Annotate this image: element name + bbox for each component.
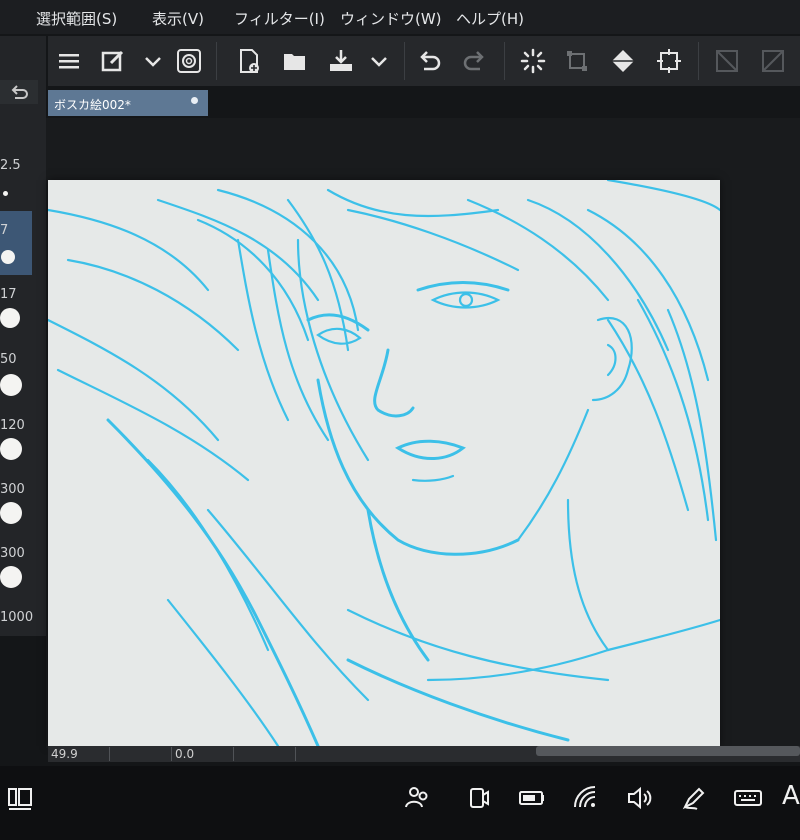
camera-icon[interactable] — [460, 780, 496, 816]
rotation-control[interactable] — [234, 747, 296, 761]
menu-help[interactable]: ヘルプ(H) — [456, 8, 524, 29]
transform-icon[interactable] — [560, 44, 594, 78]
menu-window[interactable]: ウィンドウ(W) — [340, 8, 442, 29]
toolbar-separator — [404, 42, 405, 80]
crop-icon[interactable] — [652, 44, 686, 78]
brush-size-label: 7 — [0, 223, 9, 238]
undo-panel-icon[interactable] — [0, 80, 38, 104]
brush-size-panel: 2.5 7 17 50 120 300 300 1000 — [0, 36, 46, 636]
input-language-label[interactable]: A — [782, 781, 800, 811]
edit-layer-icon[interactable] — [96, 44, 130, 78]
command-bar — [48, 36, 800, 86]
spiral-icon[interactable] — [172, 44, 206, 78]
zoom-control[interactable] — [110, 747, 172, 761]
people-icon[interactable] — [400, 780, 436, 816]
grid-select-alt-icon[interactable] — [756, 44, 790, 78]
brush-size-dot[interactable] — [0, 566, 22, 588]
taskbar: A — [0, 766, 800, 840]
download-icon[interactable] — [324, 44, 358, 78]
brush-size-dot[interactable] — [0, 308, 20, 328]
drawing-canvas[interactable] — [46, 178, 722, 748]
brush-size-label: 50 — [0, 352, 17, 367]
keyboard-icon[interactable] — [730, 780, 766, 816]
brush-size-label: 300 — [0, 482, 25, 497]
open-folder-icon[interactable] — [278, 44, 312, 78]
pen-icon[interactable] — [676, 780, 712, 816]
brush-size-label: 2.5 — [0, 158, 21, 173]
grid-select-icon[interactable] — [710, 44, 744, 78]
chevron-down-icon[interactable] — [136, 44, 170, 78]
redo-icon[interactable] — [458, 44, 492, 78]
sketch-artwork — [46, 178, 722, 748]
toolbar-separator — [698, 42, 699, 80]
brush-size-label: 1000 — [0, 610, 34, 625]
chevron-down-icon[interactable] — [362, 44, 396, 78]
brush-size-label: 120 — [0, 418, 25, 433]
wifi-icon[interactable] — [568, 780, 604, 816]
toolbar-separator — [504, 42, 505, 80]
brush-size-dot[interactable] — [0, 438, 22, 460]
brush-size-label: 17 — [0, 287, 17, 302]
fill-bucket-icon[interactable] — [606, 44, 640, 78]
rotation-field[interactable]: 0.0 — [172, 747, 234, 761]
toolbar-separator — [216, 42, 217, 80]
brush-size-dot[interactable] — [3, 191, 8, 196]
menu-selection[interactable]: 選択範囲(S) — [36, 8, 117, 29]
battery-icon[interactable] — [514, 780, 550, 816]
loading-spinner-icon[interactable] — [516, 44, 550, 78]
brush-size-label: 300 — [0, 546, 25, 561]
brush-size-selected-highlight — [0, 211, 32, 275]
zoom-field[interactable]: 49.9 — [48, 747, 110, 761]
tab-document[interactable]: ボスカ絵002* — [48, 90, 208, 116]
menu-icon[interactable] — [52, 44, 86, 78]
volume-icon[interactable] — [622, 780, 658, 816]
horizontal-scrollbar[interactable] — [536, 746, 800, 756]
brush-size-dot[interactable] — [0, 502, 22, 524]
task-view-icon[interactable] — [2, 780, 38, 816]
menu-view[interactable]: 表示(V) — [152, 8, 204, 29]
tab-modified-icon[interactable] — [191, 97, 198, 104]
brush-size-dot[interactable] — [0, 374, 22, 396]
brush-size-dot[interactable] — [1, 250, 15, 264]
menu-filter[interactable]: フィルター(I) — [234, 8, 325, 29]
new-file-icon[interactable] — [232, 44, 266, 78]
undo-icon[interactable] — [412, 44, 446, 78]
tab-title: ボスカ絵002* — [54, 98, 131, 112]
menu-bar: 選択範囲(S) 表示(V) フィルター(I) ウィンドウ(W) ヘルプ(H) — [0, 0, 800, 34]
